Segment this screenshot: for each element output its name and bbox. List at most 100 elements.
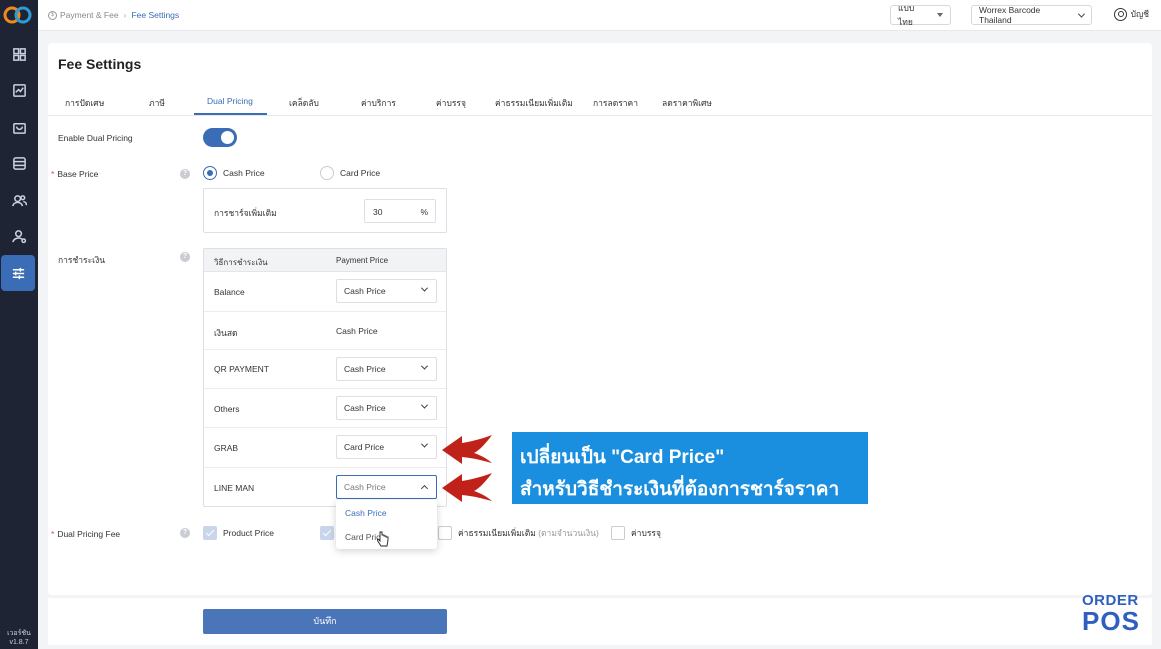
chevron-down-icon — [420, 362, 429, 370]
save-button[interactable]: บันทึก — [203, 609, 447, 634]
form-footer: บันทึก — [48, 598, 1152, 645]
tab-packaging[interactable]: ค่าบรรจุ — [436, 96, 466, 110]
version-number: v1.8.7 — [9, 639, 29, 646]
version-info: เวอร์ชัน v1.8.7 — [0, 629, 38, 647]
page-title: Fee Settings — [58, 56, 142, 72]
help-icon[interactable]: ? — [180, 252, 190, 262]
chevron-down-icon — [1078, 10, 1086, 18]
nav-dashboard[interactable] — [0, 36, 38, 72]
hand-cursor-icon — [377, 531, 389, 547]
fee-settings-card: Fee Settings การปัดเศษ ภาษี Dual Pricing… — [48, 43, 1152, 595]
version-label: เวอร์ชัน — [7, 630, 31, 637]
checkbox-checked-icon — [320, 526, 334, 540]
dashboard-icon — [12, 47, 26, 61]
payment-price-select[interactable]: Card Price — [336, 435, 437, 459]
toggle-knob — [221, 131, 234, 144]
select-value: Cash Price — [344, 286, 386, 296]
payment-price-select-open[interactable]: Cash Price — [336, 475, 437, 499]
fee-item-label: ค่าธรรมเนียมเพิ่มเติม — [458, 528, 536, 538]
table-row: QR PAYMENT Cash Price — [204, 350, 446, 389]
breadcrumb: $ Payment & Fee › Fee Settings — [48, 10, 179, 20]
nav-settings[interactable] — [1, 255, 35, 291]
store-value: Worrex Barcode Thailand — [979, 5, 1041, 25]
account-menu[interactable]: บัญชี — [1113, 7, 1149, 21]
active-tab-indicator — [194, 113, 267, 115]
breadcrumb-root[interactable]: Payment & Fee — [60, 10, 119, 20]
help-icon[interactable]: ? — [180, 528, 190, 538]
enable-dual-pricing-toggle[interactable] — [203, 128, 237, 147]
app-logo-icon[interactable] — [3, 4, 33, 26]
base-price-label: * Base Price — [51, 169, 98, 179]
percent-unit: % — [420, 207, 428, 217]
dual-pricing-fee-label: * Dual Pricing Fee — [51, 529, 120, 539]
fee-product-price-checkbox[interactable]: Product Price — [203, 526, 274, 540]
radio-checked-icon — [203, 166, 217, 180]
payment-price-table: วิธีการชำระเงิน Payment Price Balance Ca… — [203, 248, 447, 507]
surcharge-value: 30 — [373, 207, 383, 217]
sidebar: เวอร์ชัน v1.8.7 — [0, 0, 38, 649]
payment-price-select[interactable]: Cash Price — [336, 279, 437, 303]
tab-tax[interactable]: ภาษี — [149, 96, 165, 110]
base-price-cash-radio[interactable]: Cash Price — [203, 166, 265, 180]
language-select[interactable]: แบบไทย — [890, 3, 951, 27]
nav-customers[interactable] — [0, 182, 38, 218]
method-name: QR PAYMENT — [214, 364, 269, 374]
coin-icon: $ — [48, 10, 57, 20]
payment-price-select[interactable]: Cash Price — [336, 396, 437, 420]
caret-down-icon — [937, 13, 943, 17]
sliders-icon — [12, 267, 24, 279]
language-value: แบบไทย — [898, 3, 915, 27]
checkbox-checked-icon — [203, 526, 217, 540]
red-arrow-icon — [442, 473, 492, 502]
fee-item-note: (ตามจำนวนเงิน) — [538, 528, 599, 538]
static-price: Cash Price — [336, 326, 378, 336]
method-name: Others — [214, 404, 240, 414]
nav-orders[interactable] — [0, 109, 38, 145]
logo-line-2: POS — [1082, 606, 1140, 636]
table-header: วิธีการชำระเงิน Payment Price — [204, 249, 446, 272]
table-row: เงินสด Cash Price — [204, 312, 446, 350]
tab-dual-pricing[interactable]: Dual Pricing — [207, 96, 253, 106]
fee-packaging-checkbox[interactable]: ค่าบรรจุ — [611, 526, 661, 540]
tab-tips[interactable]: เคล็ดลับ — [289, 96, 319, 110]
tab-discount[interactable]: การลดราคา — [593, 96, 638, 110]
checkbox-unchecked-icon — [611, 526, 625, 540]
surcharge-label: การชาร์จเพิ่มเติม — [214, 208, 277, 218]
surcharge-input[interactable]: 30 % — [364, 199, 436, 223]
breadcrumb-separator-icon: › — [123, 10, 127, 20]
fee-extra-charge-checkbox[interactable]: ค่าธรรมเนียมเพิ่มเติม (ตามจำนวนเงิน) — [438, 526, 599, 540]
nav-inventory[interactable] — [0, 145, 38, 181]
payment-price-select[interactable]: Cash Price — [336, 357, 437, 381]
nav-reports[interactable] — [0, 72, 38, 108]
topbar: $ Payment & Fee › Fee Settings แบบไทย Wo… — [38, 0, 1161, 31]
required-marker: * — [51, 169, 55, 179]
chevron-down-icon — [420, 440, 429, 448]
breadcrumb-current: Fee Settings — [131, 10, 180, 20]
tab-extra-fee[interactable]: ค่าธรรมเนียมเพิ่มเติม — [495, 96, 573, 110]
radio-label-card: Card Price — [340, 168, 381, 178]
method-name: GRAB — [214, 443, 239, 453]
tab-service-charge[interactable]: ค่าบริการ — [361, 96, 396, 110]
dropdown-option-cash[interactable]: Cash Price — [336, 501, 437, 525]
method-name: เงินสด — [214, 328, 238, 338]
store-select[interactable]: Worrex Barcode Thailand — [971, 5, 1092, 25]
help-icon[interactable]: ? — [180, 169, 190, 179]
chevron-down-icon — [420, 284, 429, 292]
table-row: Others Cash Price — [204, 389, 446, 428]
base-price-card-radio[interactable]: Card Price — [320, 166, 380, 180]
surcharge-box: การชาร์จเพิ่มเติม 30 % — [203, 188, 447, 233]
instruction-callout: เปลี่ยนเป็น "Card Price" สำหรับวิธีชำระเ… — [512, 432, 868, 504]
nav-staff[interactable] — [0, 218, 38, 254]
tab-special-discount[interactable]: ลดราคาพิเศษ — [662, 96, 712, 110]
method-name: Balance — [214, 287, 245, 297]
callout-line-2: สำหรับวิธีชำระเงินที่ต้องการชาร์จราคา — [520, 479, 840, 500]
tab-bar: การปัดเศษ ภาษี Dual Pricing เคล็ดลับ ค่า… — [48, 91, 1152, 116]
select-value: Card Price — [344, 442, 385, 452]
reports-icon — [12, 83, 26, 97]
fee-label-text: Dual Pricing Fee — [57, 529, 121, 539]
select-value: Cash Price — [344, 482, 386, 492]
select-value: Cash Price — [344, 364, 386, 374]
radio-unchecked-icon — [320, 166, 334, 180]
tab-rounding[interactable]: การปัดเศษ — [65, 96, 104, 110]
checkbox-unchecked-icon — [438, 526, 452, 540]
